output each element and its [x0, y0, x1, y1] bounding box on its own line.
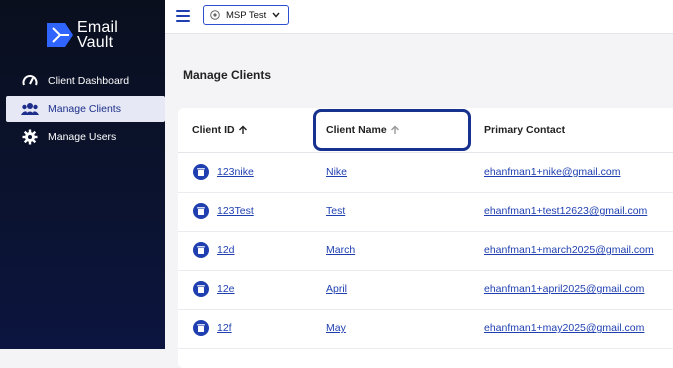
column-header-primary-contact[interactable]: Primary Contact — [484, 124, 565, 136]
email-vault-logo[interactable]: Email Vault — [45, 18, 118, 52]
table-row: 123nike Nike ehanfman1+nike@gmail.com — [178, 153, 673, 193]
primary-contact-link[interactable]: ehanfman1+april2025@gmail.com — [484, 283, 644, 295]
sidebar-item-label: Manage Clients — [48, 103, 121, 115]
brand-name-line2: Vault — [77, 34, 114, 51]
brand-name: Email Vault — [77, 19, 119, 51]
page-title: Manage Clients — [183, 68, 272, 82]
chevron-down-icon — [272, 12, 280, 18]
delete-icon[interactable] — [193, 242, 209, 258]
column-header-client-name[interactable]: Client Name — [326, 124, 400, 136]
delete-icon[interactable] — [193, 164, 209, 180]
table-row: 123Test Test ehanfman1+test12623@gmail.c… — [178, 192, 673, 232]
column-header-label: Primary Contact — [484, 124, 566, 136]
gear-icon — [21, 128, 39, 146]
top-bar: MSP Test — [165, 0, 673, 34]
org-icon — [210, 10, 220, 20]
client-id-link[interactable]: 12f — [217, 322, 232, 334]
sort-arrow-icon[interactable] — [390, 125, 400, 135]
column-header-client-id[interactable]: Client ID — [192, 124, 248, 136]
primary-contact-link[interactable]: ehanfman1+may2025@gmail.com — [484, 322, 644, 334]
client-name-link[interactable]: May — [326, 322, 346, 334]
client-name-link[interactable]: Test — [326, 205, 345, 217]
delete-icon[interactable] — [193, 203, 209, 219]
client-id-link[interactable]: 12e — [217, 283, 235, 295]
org-selector[interactable]: MSP Test — [203, 5, 289, 25]
client-id-link[interactable]: 12d — [217, 244, 235, 256]
sort-ascending-icon[interactable] — [238, 125, 248, 135]
sidebar-item-label: Client Dashboard — [48, 75, 130, 87]
sidebar-item-label: Manage Users — [48, 131, 117, 143]
table-row: 12f May ehanfman1+may2025@gmail.com — [178, 309, 673, 349]
client-id-link[interactable]: 123nike — [217, 166, 254, 178]
logo-mark-icon — [47, 23, 73, 47]
primary-contact-link[interactable]: ehanfman1+nike@gmail.com — [484, 166, 620, 178]
client-name-link[interactable]: March — [326, 244, 355, 256]
table-row: 12e April ehanfman1+april2025@gmail.com — [178, 270, 673, 310]
brand-name-line1: Email — [77, 19, 119, 36]
sidebar-item-client-dashboard[interactable]: Client Dashboard — [6, 68, 165, 94]
primary-contact-link[interactable]: ehanfman1+test12623@gmail.com — [484, 205, 647, 217]
client-name-link[interactable]: April — [326, 283, 347, 295]
speedometer-icon — [21, 72, 39, 90]
table-header: Client ID Client Name Primary Contact — [178, 108, 673, 153]
client-name-link[interactable]: Nike — [326, 166, 347, 178]
column-header-label: Client ID — [192, 124, 235, 136]
sidebar-item-manage-users[interactable]: Manage Users — [6, 124, 165, 150]
table-row: 12d March ehanfman1+march2025@gmail.com — [178, 231, 673, 271]
sidebar: Email Vault Client Dashboard Manage Clie… — [0, 0, 165, 349]
delete-icon[interactable] — [193, 281, 209, 297]
delete-icon[interactable] — [193, 320, 209, 336]
column-header-label: Client Name — [326, 124, 387, 136]
menu-toggle-icon[interactable] — [176, 10, 190, 22]
client-id-link[interactable]: 123Test — [217, 205, 254, 217]
clients-table: Client ID Client Name Primary Contact 12… — [178, 108, 673, 368]
org-selector-value: MSP Test — [226, 9, 267, 21]
users-icon — [21, 100, 39, 118]
sidebar-item-manage-clients[interactable]: Manage Clients — [6, 96, 165, 122]
primary-contact-link[interactable]: ehanfman1+march2025@gmail.com — [484, 244, 654, 256]
sidebar-nav: Client Dashboard Manage Clients Manage U… — [6, 68, 165, 152]
